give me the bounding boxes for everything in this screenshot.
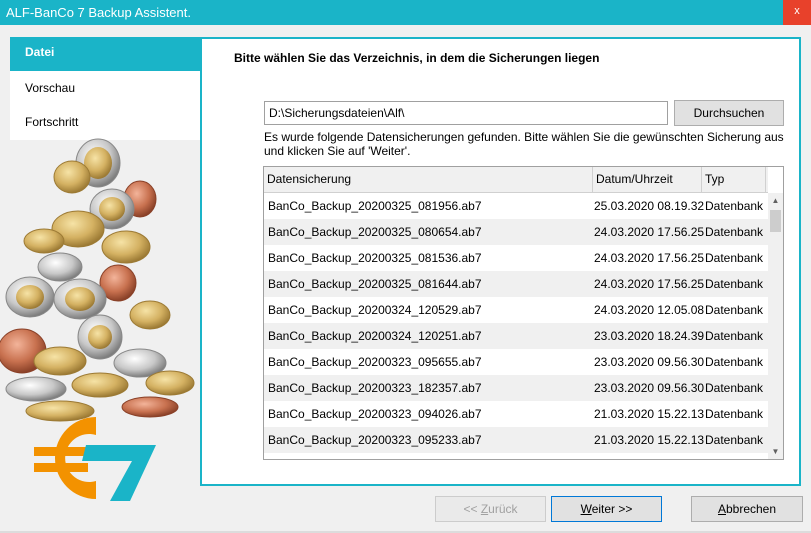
backup-name: BanCo_Backup_20200324_120529.ab7: [268, 303, 482, 317]
table-scrollbar[interactable]: ▲ ▼: [768, 193, 783, 459]
table-row[interactable]: BanCo_Backup_20200324_120251.ab7 23.03.20…: [264, 323, 768, 349]
table-row[interactable]: BanCo_Backup_20200323_094026.ab7 21.03.20…: [264, 401, 768, 427]
column-header-datensicherung[interactable]: Datensicherung: [264, 167, 593, 192]
table-row[interactable]: BanCo_Backup_20200325_080654.ab7 24.03.20…: [264, 219, 768, 245]
window-title: ALF-BanCo 7 Backup Assistent.: [6, 5, 191, 20]
table-row[interactable]: BanCo_Backup_20200325_081956.ab7 25.03.20…: [264, 193, 768, 219]
backup-name: BanCo_Backup_20200325_081956.ab7: [268, 199, 482, 213]
backup-type: Datenbank: [705, 277, 764, 291]
cancel-button[interactable]: Abbrechen: [691, 496, 803, 522]
backup-date: 24.03.2020 12.05.08: [594, 303, 705, 317]
backup-name: BanCo_Backup_20200323_094026.ab7: [268, 407, 482, 421]
column-header-typ[interactable]: Typ: [702, 167, 766, 192]
backup-date: 23.03.2020 18.24.39: [594, 329, 705, 343]
column-header-datum[interactable]: Datum/Uhrzeit: [593, 167, 702, 192]
scroll-thumb[interactable]: [770, 210, 781, 232]
page-title: Bitte wählen Sie das Verzeichnis, in dem…: [234, 51, 600, 65]
table-row[interactable]: BanCo_Backup_20200323_095233.ab7 21.03.20…: [264, 427, 768, 453]
title-bar: ALF-BanCo 7 Backup Assistent. x: [0, 0, 811, 25]
table-row[interactable]: BanCo_Backup_20200325_081536.ab7 24.03.20…: [264, 245, 768, 271]
backup-table: Datensicherung Datum/Uhrzeit Typ BanCo_B…: [263, 166, 784, 460]
backup-type: Datenbank: [705, 407, 764, 421]
sidebar-item-vorschau[interactable]: Vorschau: [10, 73, 200, 107]
table-body: BanCo_Backup_20200325_081956.ab7 25.03.20…: [264, 193, 768, 459]
chevron-up-icon[interactable]: ▲: [768, 193, 783, 208]
backup-date: 21.03.2020 15.22.13: [594, 433, 705, 447]
table-row[interactable]: BanCo_Backup_20200323_095655.ab7 23.03.20…: [264, 349, 768, 375]
table-row[interactable]: BanCo_Backup_20200325_081644.ab7 24.03.20…: [264, 271, 768, 297]
directory-path-input[interactable]: [264, 101, 668, 125]
next-button[interactable]: Weiter >>: [551, 496, 662, 522]
backup-type: Datenbank: [705, 225, 764, 239]
back-button[interactable]: << Zurück: [435, 496, 546, 522]
backup-type: Datenbank: [705, 433, 764, 447]
back-rest: urück: [488, 502, 518, 516]
table-header: Datensicherung Datum/Uhrzeit Typ: [264, 167, 768, 193]
backup-type: Datenbank: [705, 381, 764, 395]
backup-type: Datenbank: [705, 329, 764, 343]
close-icon[interactable]: x: [783, 0, 811, 25]
backup-date: 23.03.2020 09.56.30: [594, 381, 705, 395]
backup-date: 24.03.2020 17.56.25: [594, 225, 705, 239]
backup-date: 21.03.2020 15.22.13: [594, 407, 705, 421]
coins-illustration: [0, 138, 195, 422]
next-rest: eiter >>: [591, 502, 633, 516]
backup-name: BanCo_Backup_20200323_182357.ab7: [268, 381, 482, 395]
cancel-rest: bbrechen: [725, 502, 777, 516]
backup-date: 25.03.2020 08.19.32: [594, 199, 705, 213]
backup-date: 24.03.2020 17.56.25: [594, 277, 705, 291]
next-hotkey: W: [580, 502, 592, 516]
info-text: Es wurde folgende Datensicherungen gefun…: [264, 130, 784, 158]
chevron-down-icon[interactable]: ▼: [768, 444, 783, 459]
backup-name: BanCo_Backup_20200324_120251.ab7: [268, 329, 482, 343]
table-row[interactable]: BanCo_Backup_20200324_120529.ab7 24.03.20…: [264, 297, 768, 323]
backup-name: BanCo_Backup_20200325_081644.ab7: [268, 277, 482, 291]
backup-name: BanCo_Backup_20200323_095655.ab7: [268, 355, 482, 369]
backup-name: BanCo_Backup_20200325_080654.ab7: [268, 225, 482, 239]
wizard-frame: Datei Vorschau Fortschritt Bitte wählen …: [0, 25, 811, 533]
backup-type: Datenbank: [705, 303, 764, 317]
backup-name: BanCo_Backup_20200323_095233.ab7: [268, 433, 482, 447]
sidebar-item-fortschritt[interactable]: Fortschritt: [10, 107, 200, 141]
euro-7-logo: [34, 417, 156, 501]
back-prefix: <<: [463, 502, 481, 516]
content-panel: Bitte wählen Sie das Verzeichnis, in dem…: [200, 37, 801, 486]
cancel-hotkey: A: [717, 502, 726, 516]
browse-button[interactable]: Durchsuchen: [674, 100, 784, 126]
backup-type: Datenbank: [705, 199, 764, 213]
backup-date: 24.03.2020 17.56.25: [594, 251, 705, 265]
backup-date: 23.03.2020 09.56.30: [594, 355, 705, 369]
sidebar-item-datei[interactable]: Datei: [10, 37, 200, 71]
backup-type: Datenbank: [705, 355, 764, 369]
backup-name: BanCo_Backup_20200325_081536.ab7: [268, 251, 482, 265]
sidebar: Datei Vorschau Fortschritt: [10, 37, 200, 140]
backup-type: Datenbank: [705, 251, 764, 265]
table-row[interactable]: BanCo_Backup_20200323_182357.ab7 23.03.20…: [264, 375, 768, 401]
